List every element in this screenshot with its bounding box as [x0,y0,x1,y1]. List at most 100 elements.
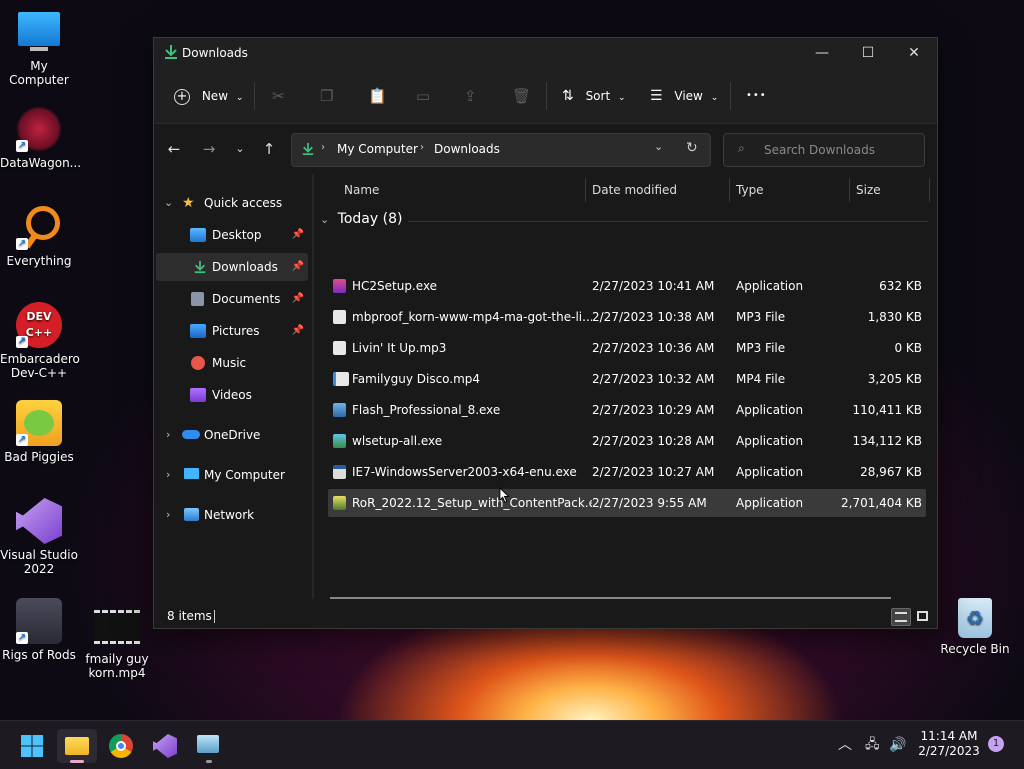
horizontal-scrollbar[interactable] [330,597,891,599]
up-arrow-icon[interactable]: ↑ [258,138,280,160]
file-row[interactable]: wlsetup-all.exe 2/27/2023 10:28 AM Appli… [328,427,926,455]
file-row[interactable]: RoR_2022.12_Setup_with_ContentPack.exe 2… [328,489,926,517]
show-hidden-icons-chevron-icon[interactable]: ︿ [838,721,852,769]
taskbar-installer-app[interactable] [189,729,229,763]
pin-icon[interactable]: 📌 [292,285,304,313]
desktop-icon-my-computer[interactable]: My Computer [0,10,78,87]
search-icon: ⌕ [738,141,745,155]
sidebar-item-pictures[interactable]: Pictures 📌 [156,317,308,345]
desktop-icon-rigs-of-rods[interactable]: ↗ Rigs of Rods [0,598,78,662]
start-button[interactable] [12,729,52,763]
folder-icon [65,737,89,755]
volume-icon[interactable]: 🔊 [889,721,906,769]
file-row[interactable]: HC2Setup.exe 2/27/2023 10:41 AM Applicat… [328,272,926,300]
taskbar-chrome[interactable] [101,729,141,763]
sidebar-my-computer[interactable]: › My Computer [156,461,308,489]
sidebar-item-downloads[interactable]: Downloads 📌 [156,253,308,281]
breadcrumb-downloads[interactable]: Downloads [434,142,500,156]
desktop-icon-devcpp[interactable]: DEV C++ ↗ Embarcadero Dev-C++ [0,302,80,380]
chrome-icon-center [116,741,126,751]
new-button[interactable]: + New ⌄ [174,82,243,110]
file-row[interactable]: Flash_Professional_8.exe 2/27/2023 10:29… [328,396,926,424]
sidebar-item-desktop[interactable]: Desktop 📌 [156,221,308,249]
pin-icon[interactable]: 📌 [292,253,304,281]
running-indicator [206,760,212,763]
title-bar[interactable]: Downloads — ☐ ✕ [154,38,937,68]
clock[interactable]: 11:14 AM 2/27/2023 [912,729,986,759]
chevron-right-icon: › [166,468,171,481]
clock-time: 11:14 AM [920,729,978,743]
sidebar-onedrive[interactable]: › OneDrive [156,421,308,449]
sidebar-item-videos[interactable]: Videos [156,381,308,409]
sort-button[interactable]: ⇅ Sort ⌄ [562,82,626,110]
cut-icon[interactable]: ✂ [272,82,285,110]
taskbar-file-explorer[interactable] [57,729,97,763]
desktop-icon-bad-piggies[interactable]: ↗ Bad Piggies [0,400,78,464]
chevron-right-icon: › [166,508,171,521]
file-row[interactable]: Familyguy Disco.mp4 2/27/2023 10:32 AM M… [328,365,926,393]
view-button[interactable]: ☰ View ⌄ [650,82,718,110]
copy-icon[interactable]: ❐ [320,82,333,110]
search-input[interactable] [762,134,921,166]
column-divider[interactable] [729,178,730,202]
minimize-button[interactable]: — [799,38,845,68]
pin-icon[interactable]: 📌 [292,317,304,345]
close-button[interactable]: ✕ [891,38,937,68]
file-row[interactable]: Livin' It Up.mp3 2/27/2023 10:36 AM MP3 … [328,334,926,362]
address-bar[interactable]: › My Computer › Downloads ⌄ ↻ [291,133,711,167]
file-row[interactable]: IE7-WindowsServer2003-x64-enu.exe 2/27/2… [328,458,926,486]
column-divider[interactable] [929,178,930,202]
documents-folder-icon [191,292,204,306]
installer-icon [197,735,219,753]
desktop-icon-datawagon[interactable]: ↗ DataWagon... [0,106,81,170]
forward-arrow-icon[interactable]: → [198,138,220,160]
desktop-icon-recycle-bin[interactable]: ♻ Recycle Bin [936,598,1014,656]
visual-studio-icon [16,498,62,544]
active-indicator [70,760,84,763]
network-tray-icon[interactable]: 🖧 [865,721,880,769]
column-header-type[interactable]: Type [736,174,764,206]
notification-badge[interactable]: 1 [988,736,1004,752]
delete-icon[interactable]: 🗑 [512,82,531,110]
share-icon[interactable]: ⇪ [464,82,477,110]
address-dropdown-chevron-icon[interactable]: ⌄ [654,140,663,153]
details-view-button[interactable] [891,608,911,626]
sidebar-network[interactable]: › Network [156,501,308,529]
star-icon: ★ [182,195,195,211]
details-view-icon [895,612,907,622]
tiles-view-button[interactable] [913,608,933,626]
group-header-today[interactable]: ⌄ Today (8) [320,211,928,227]
download-arrow-icon [302,143,314,155]
rename-icon[interactable]: ▭ [416,82,430,110]
windows-logo-icon [21,735,43,757]
download-arrow-icon [194,260,206,274]
desktop-icon-visual-studio[interactable]: Visual Studio 2022 [0,498,78,576]
installer-icon [333,496,346,510]
desktop-icon-video-file[interactable]: fmaily guy korn.mp4 [78,610,156,680]
column-header-name[interactable]: Name [344,174,379,206]
file-row[interactable]: mbproof_korn-www-mp4-ma-got-the-li... 2/… [328,303,926,331]
column-header-date[interactable]: Date modified [592,174,677,206]
sidebar-item-music[interactable]: Music [156,349,308,377]
desktop-icon-everything[interactable]: ↗ Everything [0,204,78,268]
search-box[interactable]: ⌕ [723,133,925,167]
column-divider[interactable] [849,178,850,202]
paste-icon[interactable]: 📋 [368,82,387,110]
pin-icon[interactable]: 📌 [292,221,304,249]
sidebar-item-documents[interactable]: Documents 📌 [156,285,308,313]
back-arrow-icon[interactable]: ← [163,138,185,160]
recycle-bin-icon: ♻ [958,598,992,638]
chevron-down-icon: ⌄ [320,213,330,226]
more-options-button[interactable]: ••• [746,82,767,110]
chevron-down-icon: ⌄ [235,93,244,103]
breadcrumb-my-computer[interactable]: My Computer [337,142,418,156]
sidebar-quick-access[interactable]: ⌄ ★ Quick access [156,189,308,217]
taskbar-visual-studio[interactable] [145,729,185,763]
recent-locations-chevron-icon[interactable]: ⌄ [229,138,251,160]
column-header-size[interactable]: Size [856,174,881,206]
desktop-icon-label: Bad Piggies [4,450,74,464]
column-divider[interactable] [585,178,586,202]
videos-folder-icon [190,388,206,402]
refresh-icon[interactable]: ↻ [686,140,698,156]
maximize-button[interactable]: ☐ [845,38,891,68]
